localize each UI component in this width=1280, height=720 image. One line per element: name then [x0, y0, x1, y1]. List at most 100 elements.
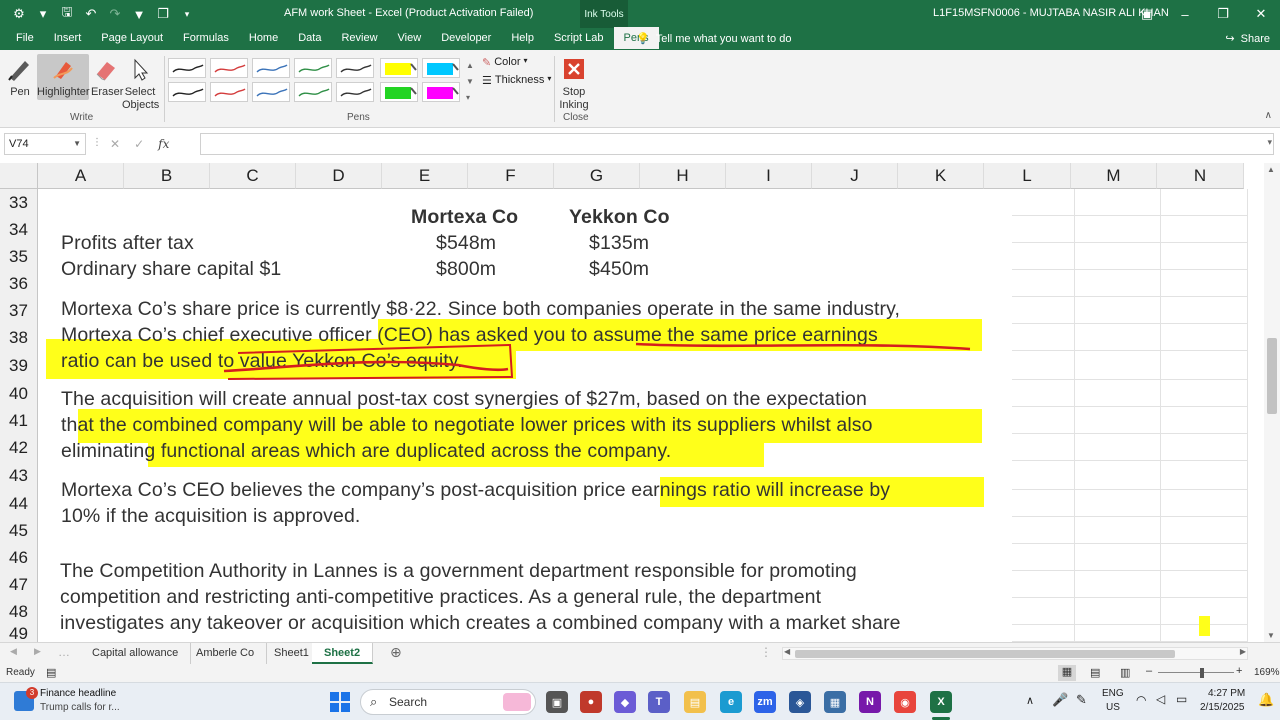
column-header-i[interactable]: I	[726, 163, 812, 189]
color-dropdown[interactable]: ✎ Color ▾	[482, 56, 528, 69]
column-header-h[interactable]: H	[640, 163, 726, 189]
pen-swatch[interactable]	[252, 82, 290, 102]
collapse-ribbon-icon[interactable]: ∧	[1265, 110, 1272, 121]
row-header[interactable]: 45	[0, 517, 38, 544]
row-header[interactable]: 37	[0, 297, 38, 324]
teams-icon[interactable]: T	[648, 691, 670, 713]
restore-icon[interactable]: ❐	[1204, 0, 1242, 28]
save-icon[interactable]: 🖫	[56, 3, 78, 25]
row-header[interactable]: 33	[0, 189, 38, 216]
pen-swatch[interactable]	[380, 82, 418, 102]
tab-insert[interactable]: Insert	[44, 27, 92, 51]
select-objects-button[interactable]: Select Objects	[122, 54, 159, 112]
undo-icon[interactable]: ↶	[80, 3, 102, 25]
stop-inking-button[interactable]: Stop Inking	[558, 54, 590, 112]
column-header-m[interactable]: M	[1071, 163, 1157, 189]
scroll-up-icon[interactable]: ▲	[1267, 165, 1275, 174]
excel-icon[interactable]: X	[930, 691, 952, 713]
pen-swatch[interactable]	[210, 58, 248, 78]
tab-help[interactable]: Help	[501, 27, 544, 51]
news-subtitle[interactable]: Trump calls for r...	[40, 702, 120, 713]
volume-icon[interactable]: ◁	[1156, 692, 1165, 706]
autosave-icon[interactable]: ⚙	[8, 3, 30, 25]
pasted-picture[interactable]: Mortexa Co Yekkon Co Profits after tax $…	[38, 189, 1012, 642]
row-header[interactable]: 34	[0, 216, 38, 243]
chrome-icon[interactable]: ◉	[894, 691, 916, 713]
add-sheet-icon[interactable]: ⊕	[390, 644, 402, 661]
tab-formulas[interactable]: Formulas	[173, 27, 239, 51]
pen-swatch[interactable]	[422, 58, 460, 78]
close-icon[interactable]: ✕	[1242, 0, 1280, 28]
tab-file[interactable]: File	[6, 27, 44, 51]
store-icon[interactable]: ▦	[824, 691, 846, 713]
tab-script-lab[interactable]: Script Lab	[544, 27, 614, 51]
customize-qat-icon[interactable]: ▾	[176, 3, 198, 25]
prev-sheet-icon[interactable]: ◀	[10, 646, 17, 657]
pen-swatch[interactable]	[336, 58, 374, 78]
pen-swatch[interactable]	[336, 82, 374, 102]
expand-formula-icon[interactable]: ▾	[1267, 137, 1272, 148]
row-header[interactable]: 38	[0, 324, 38, 351]
more-sheets-icon[interactable]: …	[58, 645, 70, 659]
tab-view[interactable]: View	[388, 27, 432, 51]
sheet-tab-capital-allowance[interactable]: Capital allowance	[80, 643, 192, 664]
tab-data[interactable]: Data	[288, 27, 331, 51]
row-header[interactable]: 44	[0, 490, 38, 517]
pen-swatch[interactable]	[380, 58, 418, 78]
pen-swatch[interactable]	[168, 58, 206, 78]
pen-swatch[interactable]	[252, 58, 290, 78]
dropdown-icon[interactable]: ▾	[32, 3, 54, 25]
name-box[interactable]: V74 ▼	[4, 133, 86, 155]
page-break-view-icon[interactable]: ▥	[1120, 666, 1130, 679]
pen-swatch[interactable]	[294, 82, 332, 102]
notifications-icon[interactable]: 🔔	[1258, 692, 1274, 708]
next-sheet-icon[interactable]: ▶	[34, 646, 41, 657]
copilot-icon[interactable]: ◆	[614, 691, 636, 713]
row-header[interactable]: 41	[0, 407, 38, 434]
tab-page-layout[interactable]: Page Layout	[91, 27, 173, 51]
filter-icon[interactable]: ▼	[128, 3, 150, 25]
tab-review[interactable]: Review	[331, 27, 387, 51]
tab-splitter-icon[interactable]: ⋮	[760, 645, 772, 659]
edge-icon[interactable]: e	[720, 691, 742, 713]
zoom-level[interactable]: 169%	[1254, 667, 1280, 678]
row-header[interactable]: 46	[0, 544, 38, 571]
column-header-c[interactable]: C	[210, 163, 296, 189]
pen-swatch[interactable]	[422, 82, 460, 102]
page-layout-view-icon[interactable]: ▤	[1090, 666, 1100, 679]
pen-swatch[interactable]	[210, 82, 248, 102]
horizontal-scrollbar[interactable]: ◀ ▶	[782, 647, 1248, 660]
file-explorer-icon[interactable]: ▤	[684, 691, 706, 713]
sheet-tab-amberle-co[interactable]: Amberle Co	[184, 643, 268, 664]
column-header-k[interactable]: K	[898, 163, 984, 189]
row-header[interactable]: 39	[0, 351, 38, 380]
pen-button[interactable]: Pen	[4, 54, 36, 98]
thickness-dropdown[interactable]: ☰ Thickness ▾	[482, 74, 551, 87]
app-icon-blue[interactable]: ◈	[789, 691, 811, 713]
scroll-down-icon[interactable]: ▼	[1267, 631, 1275, 640]
ribbon-display-icon[interactable]: ▣	[1128, 0, 1166, 28]
row-header[interactable]: 42	[0, 434, 38, 461]
column-header-d[interactable]: D	[296, 163, 382, 189]
column-header-f[interactable]: F	[468, 163, 554, 189]
redo-icon[interactable]: ↷	[104, 3, 126, 25]
zoom-app-icon[interactable]: zm	[754, 691, 776, 713]
scroll-right-icon[interactable]: ▶	[1240, 647, 1246, 656]
column-header-a[interactable]: A	[38, 163, 124, 189]
gallery-scroll[interactable]: ▲ ▼ ▾	[466, 58, 476, 108]
tab-home[interactable]: Home	[239, 27, 288, 51]
column-header-e[interactable]: E	[382, 163, 468, 189]
column-header-n[interactable]: N	[1157, 163, 1244, 189]
minimize-icon[interactable]: –	[1166, 0, 1204, 28]
tab-developer[interactable]: Developer	[431, 27, 501, 51]
taskbar-search[interactable]: ⌕ Search	[360, 689, 536, 715]
microphone-icon[interactable]: 🎤	[1052, 692, 1068, 708]
column-header-l[interactable]: L	[984, 163, 1071, 189]
clock-date[interactable]: 2/15/2025	[1200, 702, 1245, 713]
column-header-b[interactable]: B	[124, 163, 210, 189]
zoom-slider[interactable]	[1158, 672, 1234, 673]
normal-view-icon[interactable]: ▦	[1058, 665, 1076, 681]
cancel-icon[interactable]: ✕	[110, 133, 120, 155]
share-button[interactable]: ↪ Share	[1225, 28, 1270, 50]
news-title[interactable]: Finance headline	[40, 688, 116, 699]
